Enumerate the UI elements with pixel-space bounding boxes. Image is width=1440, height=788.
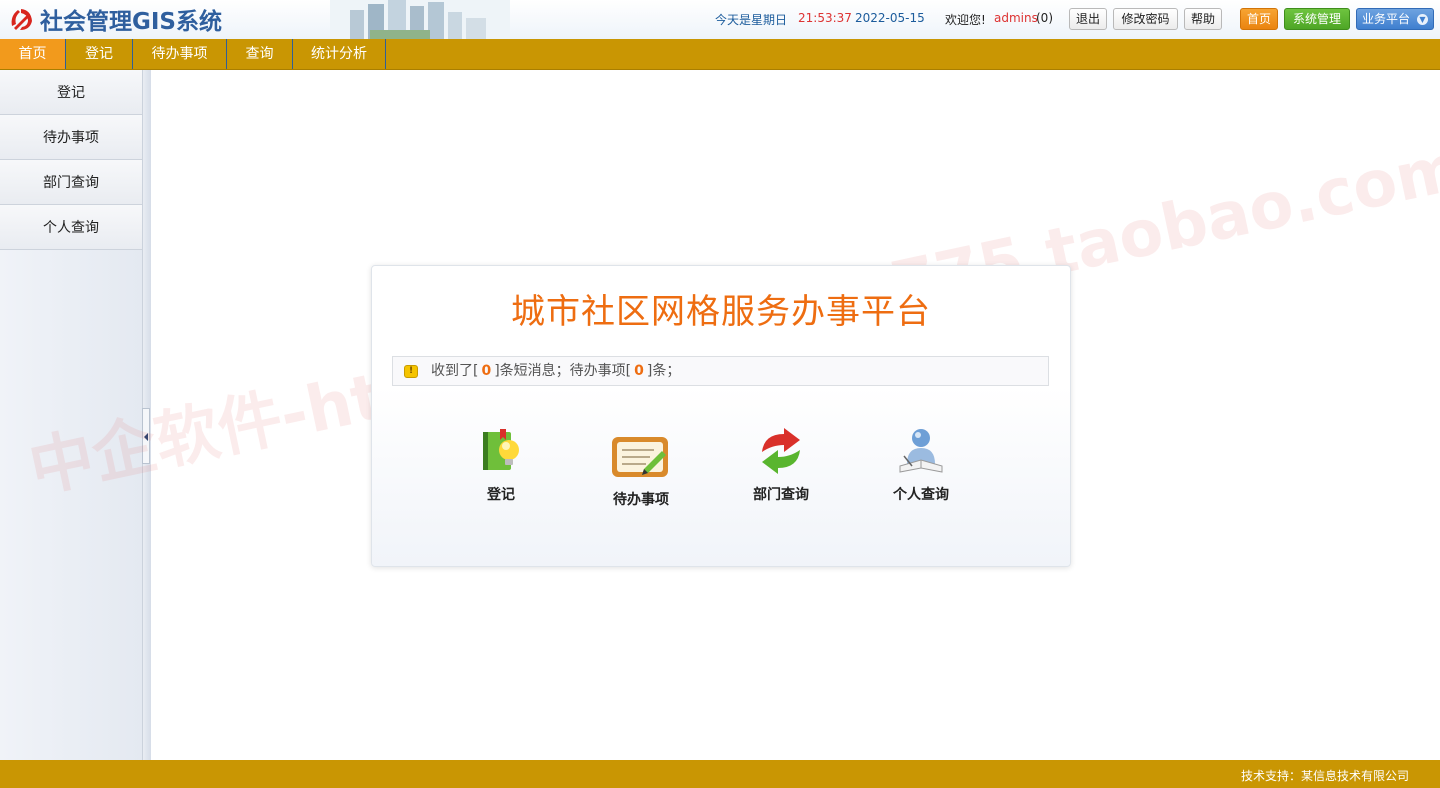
quick-link-dept-query[interactable]: 部门查询 — [736, 426, 826, 504]
weekday-label: 今天是星期日 — [715, 13, 788, 27]
quick-link-personal-query-label: 个人查询 — [893, 487, 949, 503]
quick-link-register-label: 登记 — [487, 487, 515, 503]
quick-link-personal-query[interactable]: 个人查询 — [876, 426, 966, 504]
change-password-button[interactable]: 修改密码 — [1113, 8, 1178, 30]
person-query-icon — [899, 429, 943, 473]
business-platform-label: 业务平台 — [1362, 12, 1411, 26]
home-panel: 城市社区网格服务办事平台 ! 收到了[0]条短消息；待办事项[0]条； 登记 待… — [371, 265, 1071, 567]
tab-register[interactable]: 登记 — [66, 39, 133, 69]
business-platform-dropdown[interactable]: 业务平台 ▼ — [1356, 8, 1434, 30]
tab-query[interactable]: 查询 — [227, 39, 293, 69]
tab-todo[interactable]: 待办事项 — [133, 39, 227, 69]
register-book-icon — [483, 429, 519, 470]
sidebar-item-dept-query[interactable]: 部门查询 — [0, 160, 142, 205]
current-date: 2022-05-15 — [855, 11, 925, 25]
quick-link-todo-label: 待办事项 — [613, 492, 669, 508]
party-emblem-icon — [11, 9, 32, 30]
app-title: 社会管理GIS系统 — [40, 9, 223, 35]
notification-bar: ! 收到了[0]条短消息；待办事项[0]条； — [392, 356, 1049, 386]
todo-count[interactable]: 0 — [631, 363, 647, 379]
alert-icon: ! — [404, 365, 418, 378]
welcome-text: 欢迎您! — [945, 13, 986, 27]
logout-button[interactable]: 退出 — [1069, 8, 1107, 30]
sidebar-item-personal-query[interactable]: 个人查询 — [0, 205, 142, 250]
current-time: 21:53:37 — [798, 11, 852, 25]
platform-home-button[interactable]: 首页 — [1240, 8, 1278, 30]
tab-statistics[interactable]: 统计分析 — [293, 39, 386, 69]
username-link[interactable]: admins — [994, 11, 1038, 25]
help-button[interactable]: 帮助 — [1184, 8, 1222, 30]
todo-notepad-icon — [612, 437, 668, 477]
quick-link-todo[interactable]: 待办事项 — [596, 431, 686, 509]
platform-title: 城市社区网格服务办事平台 — [511, 292, 931, 332]
collapse-sidebar-toggle[interactable] — [142, 408, 150, 464]
footer: 技术支持：某信息技术有限公司 — [0, 760, 1440, 788]
system-management-button[interactable]: 系统管理 — [1284, 8, 1350, 30]
sidebar-item-todo[interactable]: 待办事项 — [0, 115, 142, 160]
tab-home[interactable]: 首页 — [0, 39, 66, 69]
message-count[interactable]: (0) — [1036, 11, 1053, 25]
dept-query-arrows-icon — [762, 428, 800, 474]
sidebar: 登记 待办事项 部门查询 个人查询 — [0, 70, 142, 760]
app-logo: 社会管理GIS系统 — [6, 4, 223, 35]
quick-link-dept-query-label: 部门查询 — [753, 487, 809, 503]
city-skyline-banner — [330, 0, 510, 39]
quick-link-register[interactable]: 登记 — [456, 426, 546, 504]
sidebar-item-register[interactable]: 登记 — [0, 70, 142, 115]
tech-support-text: 技术支持：某信息技术有限公司 — [1240, 769, 1409, 783]
chevron-down-icon: ▼ — [1417, 14, 1428, 25]
notification-text: 收到了[0]条短消息；待办事项[0]条； — [431, 363, 681, 379]
sms-count[interactable]: 0 — [478, 363, 494, 379]
main-nav: 首页 登记 待办事项 查询 统计分析 — [0, 39, 1440, 70]
top-header: 社会管理GIS系统 今天是星期日 21:53:37 2022-05-15 欢迎您… — [0, 0, 1440, 39]
